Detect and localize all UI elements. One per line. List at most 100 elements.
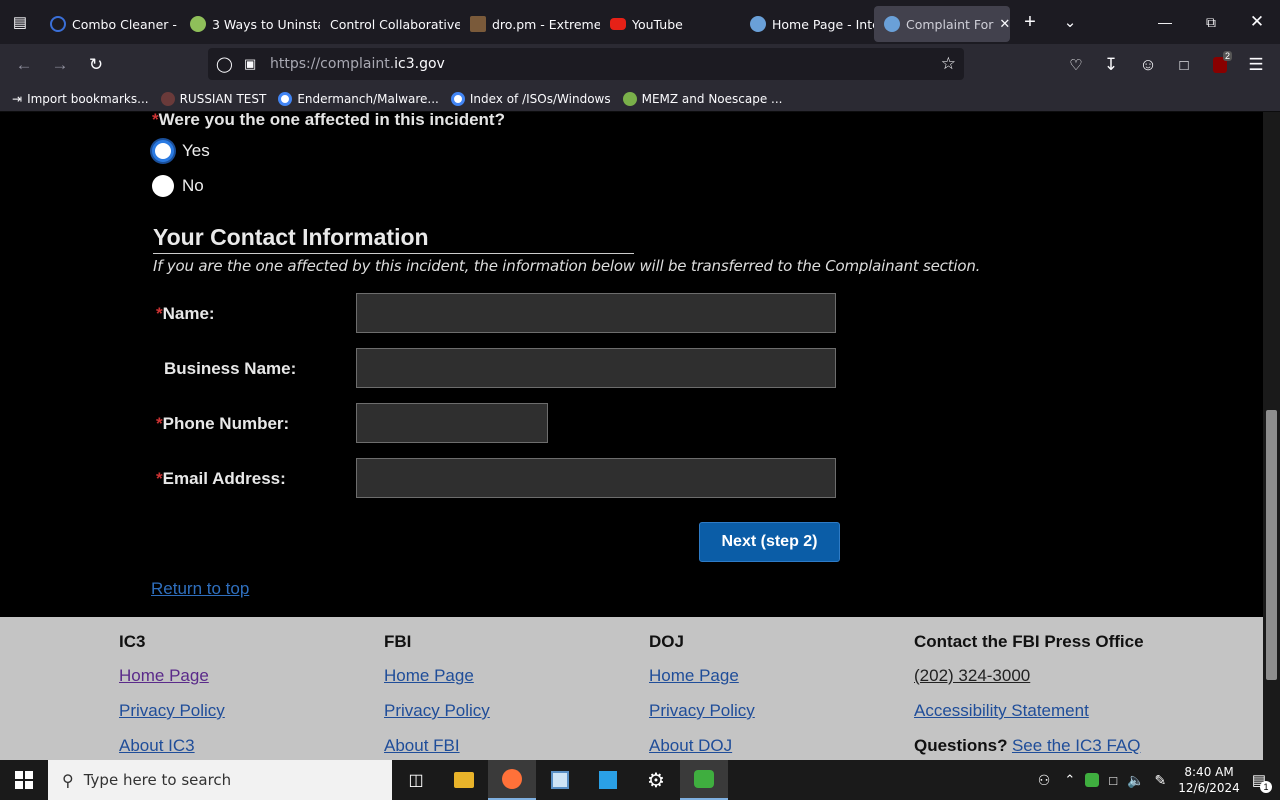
volume-icon[interactable]: 🔈 [1127, 772, 1144, 789]
minimize-icon[interactable]: — [1142, 0, 1188, 44]
footer-link[interactable]: About IC3 [119, 736, 225, 757]
ublock-icon[interactable]: 2 [1202, 49, 1238, 81]
label-text: Email Address: [162, 469, 286, 488]
ic3-seal-icon [884, 16, 900, 32]
taskbar: ⚲ Type here to search ◫ ⚙ ⚇ ⌃ □ 🔈 ✎ 8:40… [0, 760, 1280, 800]
return-to-top-link[interactable]: Return to top [151, 579, 249, 599]
tab-list-icon[interactable]: ▤ [0, 0, 40, 44]
address-bar[interactable]: ◯ ▣ https://complaint.ic3.gov ☆ [208, 48, 964, 80]
tab-home-page[interactable]: Home Page - Inte [740, 6, 874, 42]
navigation-bar: ← → ↻ ◯ ▣ https://complaint.ic3.gov ☆ ♡ … [0, 44, 1280, 86]
extensions-icon[interactable]: □ [1166, 49, 1202, 81]
bookmark-star-icon[interactable]: ☆ [941, 54, 956, 74]
press-phone-link[interactable]: (202) 324-3000 [914, 666, 1144, 687]
radio-yes-row[interactable]: Yes [152, 140, 210, 162]
back-icon[interactable]: ← [6, 49, 42, 81]
search-placeholder: Type here to search [83, 771, 232, 789]
scrollbar-thumb[interactable] [1266, 410, 1277, 680]
required-mark: * [156, 469, 163, 488]
affected-question: *Were you the one affected in this incid… [152, 112, 505, 130]
import-icon: ⇥ [12, 91, 23, 106]
footer: IC3 Home Page Privacy Policy About IC3 F… [0, 617, 1263, 760]
clock[interactable]: 8:40 AM 12/6/2024 [1178, 764, 1240, 796]
page-scrollbar[interactable] [1263, 112, 1280, 760]
app-tray-icon[interactable] [1085, 773, 1100, 787]
bookmark-favicon-icon [622, 91, 637, 106]
footer-link[interactable]: Home Page [649, 666, 755, 687]
windows-start-icon[interactable] [0, 760, 48, 800]
footer-link[interactable]: Privacy Policy [384, 701, 490, 722]
lock-icon[interactable]: ▣ [244, 56, 256, 72]
reload-icon[interactable]: ↻ [78, 49, 114, 81]
footer-link[interactable]: About FBI [384, 736, 490, 757]
tab-dro-pm[interactable]: dro.pm - Extreme [460, 6, 600, 42]
file-explorer-icon[interactable] [440, 760, 488, 800]
bookmark-russian-test[interactable]: RUSSIAN TEST [160, 91, 266, 106]
network-icon[interactable]: □ [1109, 773, 1117, 788]
radio-no-row[interactable]: No [152, 175, 204, 197]
tab-label: dro.pm - Extreme [492, 16, 600, 32]
close-window-icon[interactable]: ✕ [1234, 0, 1280, 44]
footer-heading: DOJ [649, 632, 684, 651]
email-label: *Email Address: [156, 469, 286, 489]
bookmark-isos[interactable]: Index of /ISOs/Windows [450, 91, 611, 106]
footer-heading: Contact the FBI Press Office [914, 632, 1144, 651]
email-input[interactable] [356, 458, 836, 498]
tab-label: Complaint For [906, 16, 994, 32]
footer-link[interactable]: Home Page [119, 666, 225, 687]
combo-cleaner-icon [50, 16, 66, 32]
system-tray: ⚇ ⌃ □ 🔈 ✎ 8:40 AM 12/6/2024 ▤ 1 [1038, 760, 1280, 800]
chevron-up-icon[interactable]: ⌃ [1064, 772, 1075, 788]
pocket-icon[interactable]: ♡ [1058, 49, 1094, 81]
user-app-icon[interactable] [680, 760, 728, 800]
radio-no[interactable] [152, 175, 174, 197]
label-text: Name: [162, 304, 215, 323]
new-tab-icon[interactable]: + [1010, 0, 1050, 44]
tab-youtube[interactable]: YouTube [600, 6, 740, 42]
pen-icon[interactable]: ✎ [1155, 772, 1167, 789]
footer-link[interactable]: Home Page [384, 666, 490, 687]
restore-icon[interactable]: ⧉ [1188, 0, 1234, 44]
bookmark-endermanch[interactable]: Endermanch/Malware... [278, 91, 439, 106]
settings-gear-icon[interactable]: ⚙ [632, 760, 680, 800]
footer-heading: IC3 [119, 632, 146, 651]
radio-yes[interactable] [152, 140, 174, 162]
tab-control-collaborative[interactable]: Control Collaborative [320, 6, 460, 42]
business-name-input[interactable] [356, 348, 836, 388]
notepad-icon[interactable] [536, 760, 584, 800]
question-text: Were you the one affected in this incide… [158, 112, 505, 129]
store-icon[interactable] [584, 760, 632, 800]
shield-icon[interactable]: ◯ [216, 55, 233, 73]
tab-ways-uninstall[interactable]: 3 Ways to Uninsta [180, 6, 320, 42]
footer-link[interactable]: About DOJ [649, 736, 755, 757]
firefox-icon[interactable] [488, 760, 536, 800]
tab-complaint-form[interactable]: Complaint For ✕ [874, 6, 1010, 42]
bookmark-memz[interactable]: MEMZ and Noescape ... [622, 91, 783, 106]
forward-icon[interactable]: → [42, 49, 78, 81]
accessibility-link[interactable]: Accessibility Statement [914, 701, 1144, 722]
notification-count: 1 [1260, 781, 1272, 793]
tab-label: YouTube [632, 16, 683, 32]
faq-link[interactable]: See the IC3 FAQ [1012, 736, 1141, 755]
people-icon[interactable]: ⚇ [1038, 772, 1051, 789]
task-view-icon[interactable]: ◫ [392, 760, 440, 800]
close-tab-icon[interactable]: ✕ [999, 17, 1010, 32]
account-icon[interactable]: ☺ [1130, 49, 1166, 81]
footer-link[interactable]: Privacy Policy [119, 701, 225, 722]
notifications-icon[interactable]: ▤ 1 [1252, 771, 1272, 793]
taskbar-search[interactable]: ⚲ Type here to search [48, 760, 392, 800]
phone-input[interactable] [356, 403, 548, 443]
bookmark-label: Import bookmarks... [27, 91, 149, 106]
menu-icon[interactable]: ☰ [1238, 49, 1274, 81]
footer-link[interactable]: Privacy Policy [649, 701, 755, 722]
required-mark: * [152, 112, 159, 129]
next-step-button[interactable]: Next (step 2) [699, 522, 840, 562]
url-text[interactable]: https://complaint.ic3.gov [270, 56, 445, 72]
tab-combo-cleaner[interactable]: Combo Cleaner - [40, 6, 180, 42]
name-input[interactable] [356, 293, 836, 333]
bookmark-import[interactable]: ⇥ Import bookmarks... [12, 92, 149, 106]
tab-overflow-chevron-icon[interactable]: ⌄ [1050, 0, 1090, 44]
downloads-icon[interactable]: ↧ [1093, 49, 1129, 81]
clock-date: 12/6/2024 [1178, 781, 1240, 795]
bookmark-label: Index of /ISOs/Windows [469, 91, 611, 106]
